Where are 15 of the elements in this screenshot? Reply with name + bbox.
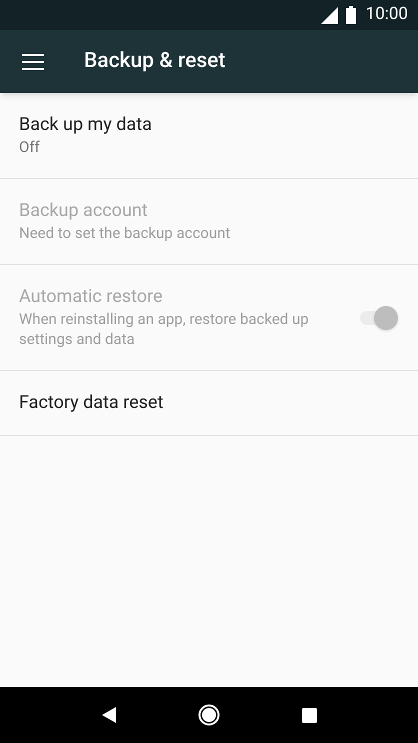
back-icon[interactable] xyxy=(100,706,117,724)
setting-title[interactable]: Back up my data xyxy=(19,114,396,136)
battery-icon xyxy=(346,6,356,24)
recents-icon[interactable] xyxy=(302,708,318,722)
status-time: 10:00 xyxy=(366,3,408,26)
toolbar-title: Backup & reset xyxy=(84,48,226,75)
setting-title: Automatic restore xyxy=(19,286,164,308)
signal-icon xyxy=(320,6,338,24)
setting-summary: Need to set the backup account xyxy=(19,223,232,243)
setting-summary: Off xyxy=(19,137,41,157)
setting-title[interactable]: Factory data reset xyxy=(19,392,396,414)
home-icon[interactable] xyxy=(198,704,220,726)
setting-summary: When reinstalling an app, restore backed up settings and data xyxy=(19,309,310,349)
menu-icon[interactable] xyxy=(22,54,44,70)
setting-title: Backup account xyxy=(19,200,149,222)
